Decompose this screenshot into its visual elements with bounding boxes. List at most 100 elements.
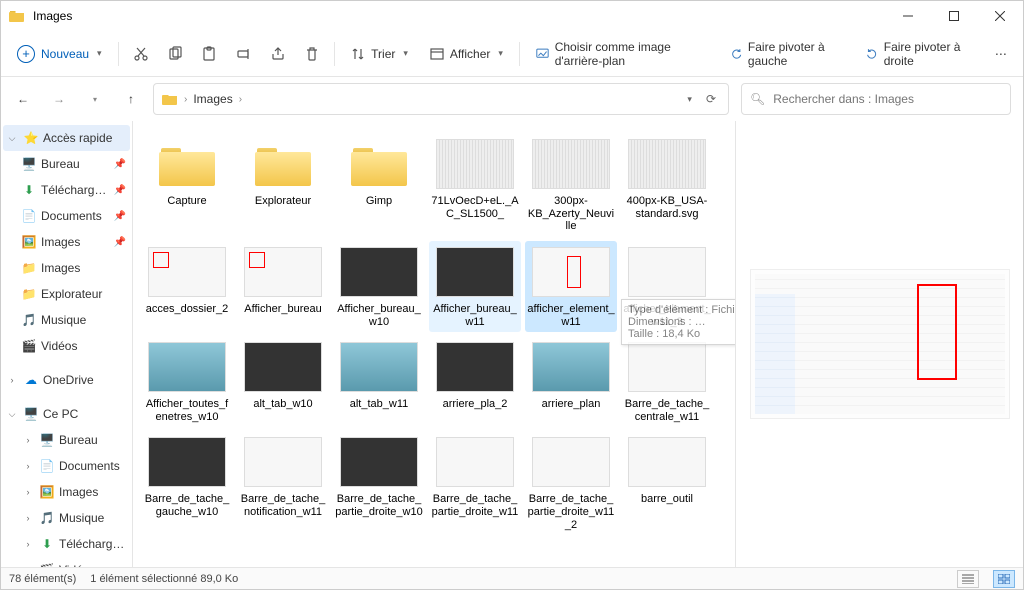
chevron-right-icon[interactable]: › <box>21 435 35 445</box>
delete-button[interactable] <box>296 37 328 71</box>
copy-button[interactable] <box>159 37 191 71</box>
dropdown-button[interactable]: ▾ <box>683 94 696 105</box>
toolbar: + Nouveau ▾ Trier ▾ Afficher ▾ Choisir c… <box>1 31 1023 77</box>
image-item[interactable]: 300px-KB_Azerty_Neuville <box>525 133 617 237</box>
back-button[interactable]: ← <box>13 89 33 109</box>
chevron-right-icon[interactable]: › <box>21 461 35 471</box>
sidebar-item-videos[interactable]: 🎬Vidéos <box>3 333 130 359</box>
image-item[interactable]: Afficher_bureau_w10 <box>333 241 425 332</box>
rotate-right-button[interactable]: Faire pivoter à droite <box>856 37 982 71</box>
cut-button[interactable] <box>124 37 156 71</box>
image-item[interactable]: afficher_element_w11 <box>525 241 617 332</box>
image-item[interactable]: Afficher_toutes_fenetres_w10 <box>141 336 233 427</box>
image-thumbnail <box>243 340 323 394</box>
set-wallpaper-button[interactable]: Choisir comme image d'arrière-plan <box>526 37 719 71</box>
sort-icon <box>351 47 365 61</box>
sidebar-item-downloads[interactable]: ⬇Téléchargements📌 <box>3 177 130 203</box>
image-item[interactable]: Afficher_bureau_w11 <box>429 241 521 332</box>
item-label: Barre_de_tache_partie_droite_w11 <box>431 493 519 518</box>
navigation-pane[interactable]: ⌵ ⭐ Accès rapide 🖥️Bureau📌 ⬇Téléchargeme… <box>1 121 133 567</box>
folder-item[interactable]: Capture <box>141 133 233 237</box>
image-item[interactable]: Barre_de_tache_partie_droite_w11 <box>429 431 521 535</box>
image-item[interactable]: Barre_de_tache_notification_w11 <box>237 431 329 535</box>
sidebar-pc-downloads[interactable]: ›⬇Téléchargements <box>3 531 130 557</box>
image-item[interactable]: barre_outil <box>621 431 713 535</box>
view-button[interactable]: Afficher ▾ <box>420 37 513 71</box>
sidebar-pc-desktop[interactable]: ›🖥️Bureau <box>3 427 130 453</box>
image-item[interactable]: arriere_plan <box>525 336 617 427</box>
image-item[interactable]: acces_dossier_2 <box>141 241 233 332</box>
details-view-button[interactable] <box>957 570 979 588</box>
sort-button[interactable]: Trier ▾ <box>341 37 418 71</box>
new-button[interactable]: + Nouveau ▾ <box>7 37 112 71</box>
sidebar-item-explorer[interactable]: 📁Explorateur <box>3 281 130 307</box>
breadcrumb[interactable]: Images <box>193 92 232 106</box>
view-label: Afficher <box>450 47 490 61</box>
sidebar-item-images-folder[interactable]: 📁Images <box>3 255 130 281</box>
chevron-down-icon[interactable]: ⌵ <box>5 133 19 144</box>
image-item[interactable]: Barre_de_tache_partie_droite_w10 <box>333 431 425 535</box>
sidebar-item-desktop[interactable]: 🖥️Bureau📌 <box>3 151 130 177</box>
image-item[interactable]: Barre_de_tache_centrale_w11 <box>621 336 713 427</box>
image-item[interactable]: arriere_pla_2 <box>429 336 521 427</box>
sidebar-pc-videos[interactable]: ›🎬Vidéos <box>3 557 130 567</box>
minimize-button[interactable] <box>885 1 931 31</box>
recent-button[interactable]: ▾ <box>85 89 105 109</box>
image-item[interactable]: 71LvOecD+eL._AC_SL1500_ <box>429 133 521 237</box>
share-button[interactable] <box>262 37 294 71</box>
item-label: 400px-KB_USA-standard.svg <box>623 195 711 220</box>
sidebar-item-music[interactable]: 🎵Musique <box>3 307 130 333</box>
up-button[interactable]: ↑ <box>121 89 141 109</box>
image-item[interactable]: alt_tab_w10 <box>237 336 329 427</box>
chevron-right-icon[interactable]: › <box>21 487 35 497</box>
image-item[interactable]: Barre_de_tache_gauche_w10 <box>141 431 233 535</box>
image-item[interactable]: alt_tab_w11 <box>333 336 425 427</box>
chevron-down-icon[interactable]: ⌵ <box>5 409 19 420</box>
paste-button[interactable] <box>193 37 225 71</box>
rotate-right-icon <box>866 47 877 61</box>
titlebar: Images <box>1 1 1023 31</box>
sidebar-pc-music[interactable]: ›🎵Musique <box>3 505 130 531</box>
chevron-right-icon[interactable]: › <box>21 539 35 549</box>
rename-button[interactable] <box>227 37 259 71</box>
item-label: arriere_pla_2 <box>443 398 508 411</box>
image-item[interactable]: Barre_de_tache_partie_droite_w11_2 <box>525 431 617 535</box>
image-item[interactable]: 400px-KB_USA-standard.svg <box>621 133 713 237</box>
image-thumbnail <box>531 245 611 299</box>
address-row: ← → ▾ ↑ › Images › ▾ ⟳ 🔍︎ <box>1 77 1023 121</box>
sidebar-quick-access[interactable]: ⌵ ⭐ Accès rapide <box>3 125 130 151</box>
thumbnails-view-button[interactable] <box>993 570 1015 588</box>
sidebar-pc-images[interactable]: ›🖼️Images <box>3 479 130 505</box>
item-label: 71LvOecD+eL._AC_SL1500_ <box>431 195 519 220</box>
images-icon: 🖼️ <box>21 234 37 250</box>
sidebar-this-pc[interactable]: ⌵🖥️Ce PC <box>3 401 130 427</box>
item-label: Barre_de_tache_notification_w11 <box>239 493 327 518</box>
sidebar-onedrive[interactable]: ›☁OneDrive <box>3 367 130 393</box>
item-label: Explorateur <box>255 195 311 208</box>
rotate-left-icon <box>731 47 742 61</box>
address-bar[interactable]: › Images › ▾ ⟳ <box>153 83 729 115</box>
maximize-button[interactable] <box>931 1 977 31</box>
search-input[interactable] <box>773 92 1002 106</box>
sidebar-item-images[interactable]: 🖼️Images📌 <box>3 229 130 255</box>
forward-button[interactable]: → <box>49 89 69 109</box>
image-thumbnail <box>339 245 419 299</box>
chevron-right-icon[interactable]: › <box>21 513 35 523</box>
file-list[interactable]: Capture Explorateur Gimp71LvOecD+eL._AC_SL… <box>133 121 735 567</box>
folder-item[interactable]: Explorateur <box>237 133 329 237</box>
search-box[interactable]: 🔍︎ <box>741 83 1011 115</box>
chevron-right-icon[interactable]: › <box>5 375 19 385</box>
images-icon: 🖼️ <box>39 484 55 500</box>
folder-item[interactable]: Gimp <box>333 133 425 237</box>
desktop-icon: 🖥️ <box>39 432 55 448</box>
sidebar-pc-documents[interactable]: ›📄Documents <box>3 453 130 479</box>
more-button[interactable]: ⋯ <box>985 37 1017 71</box>
item-label: alt_tab_w11 <box>350 398 409 411</box>
image-item[interactable]: Afficher_bureau <box>237 241 329 332</box>
rotate-left-button[interactable]: Faire pivoter à gauche <box>721 37 855 71</box>
sidebar-item-documents[interactable]: 📄Documents📌 <box>3 203 130 229</box>
close-button[interactable] <box>977 1 1023 31</box>
separator <box>519 42 520 66</box>
refresh-button[interactable]: ⟳ <box>702 92 720 106</box>
item-label: afficher_element_w11 <box>527 303 615 328</box>
